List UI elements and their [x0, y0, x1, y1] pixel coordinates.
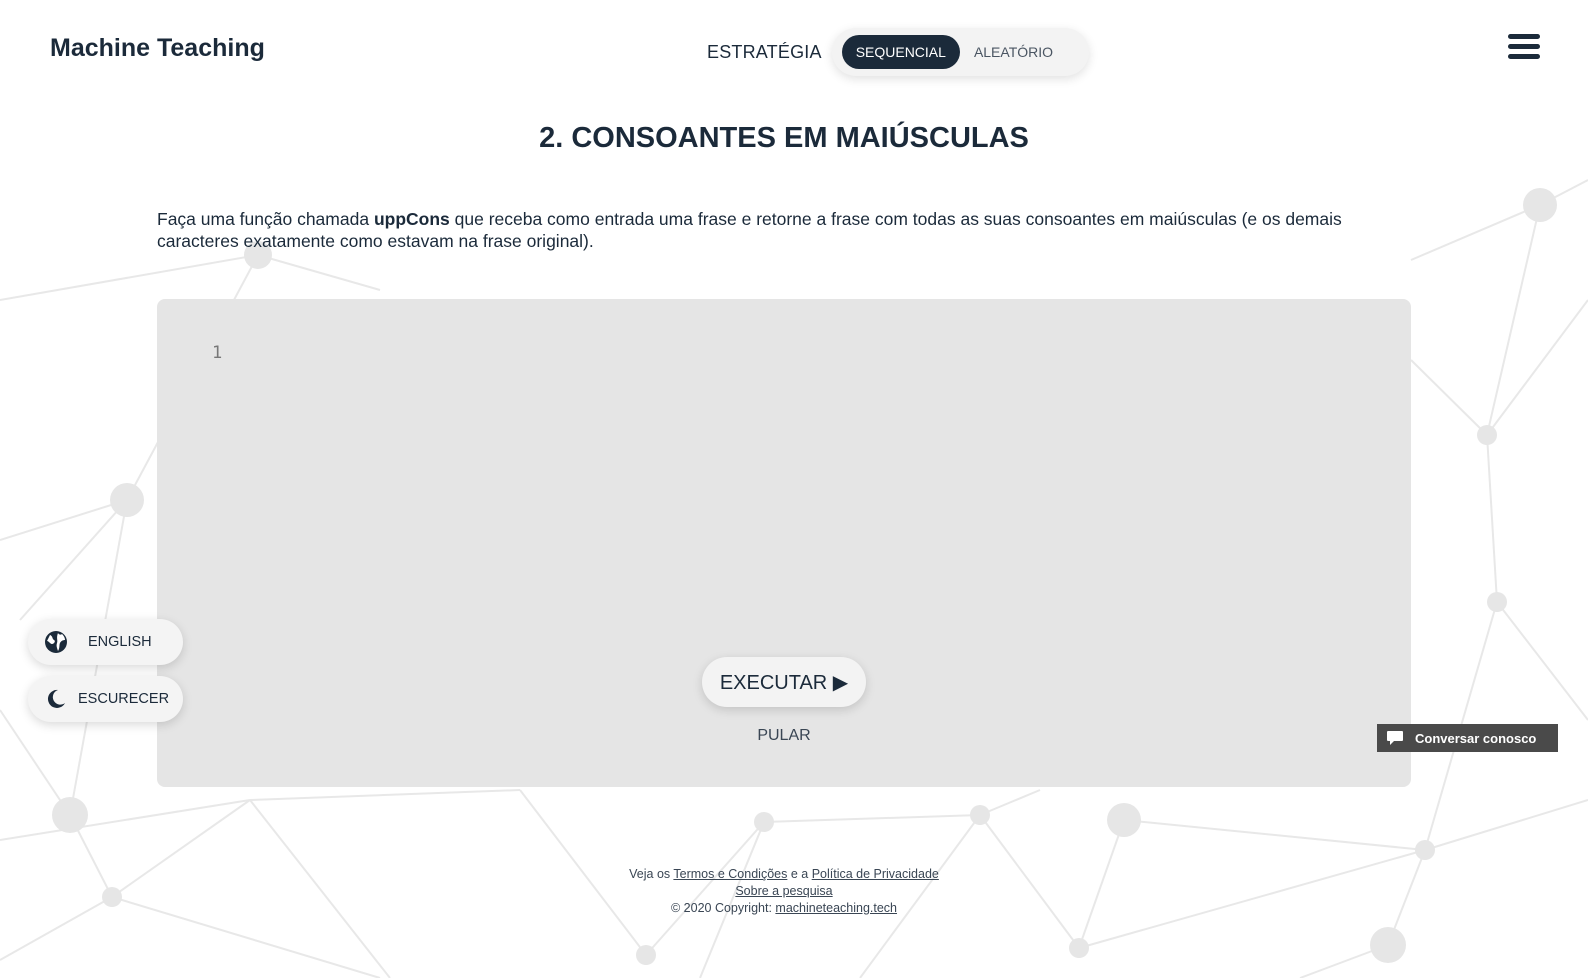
footer-research-line: Sobre a pesquisa — [0, 883, 1568, 900]
dark-mode-label: ESCURECER — [78, 691, 170, 707]
strategy-selector: ESTRATÉGIA SEQUENCIAL ALEATÓRIO — [707, 28, 1090, 76]
terms-link[interactable]: Termos e Condições — [673, 867, 787, 881]
hamburger-menu-icon[interactable] — [1508, 34, 1540, 66]
chat-bubble-icon — [1386, 730, 1404, 746]
footer-copyright-line: © 2020 Copyright: machineteaching.tech — [0, 900, 1568, 917]
footer-text: Veja os — [629, 867, 674, 881]
site-link[interactable]: machineteaching.tech — [775, 901, 897, 915]
research-link[interactable]: Sobre a pesquisa — [735, 884, 832, 898]
line-number: 1 — [212, 343, 223, 363]
footer: Veja os Termos e Condições e a Política … — [0, 866, 1568, 917]
globe-icon — [43, 629, 69, 655]
strategy-option-sequencial[interactable]: SEQUENCIAL — [841, 35, 960, 69]
header: Machine Teaching ESTRATÉGIA SEQUENCIAL A… — [0, 0, 1588, 100]
strategy-toggle: SEQUENCIAL ALEATÓRIO — [831, 28, 1090, 76]
footer-terms-line: Veja os Termos e Condições e a Política … — [0, 866, 1568, 883]
strategy-label: ESTRATÉGIA — [707, 41, 822, 62]
code-editor[interactable]: 1 EXECUTAR ▶ PULAR — [157, 299, 1411, 787]
footer-text: e a — [787, 867, 812, 881]
exercise-description: Faça uma função chamada uppCons que rece… — [157, 208, 1377, 252]
skip-button[interactable]: PULAR — [157, 727, 1411, 745]
moon-icon — [43, 686, 69, 712]
exercise-title: 2. CONSOANTES EM MAIÚSCULAS — [539, 122, 1029, 154]
privacy-link[interactable]: Política de Privacidade — [812, 867, 939, 881]
chat-widget[interactable]: Conversar conosco — [1377, 724, 1558, 752]
function-name: uppCons — [373, 209, 450, 229]
strategy-option-aleatorio[interactable]: ALEATÓRIO — [960, 35, 1067, 69]
dark-mode-button[interactable]: ESCURECER — [28, 676, 183, 722]
chat-label: Conversar conosco — [1415, 730, 1537, 746]
language-label: ENGLISH — [88, 634, 152, 650]
language-button[interactable]: ENGLISH — [28, 619, 183, 665]
description-text: Faça uma função chamada — [157, 209, 374, 229]
copyright-text: © 2020 Copyright: — [670, 901, 776, 915]
run-button[interactable]: EXECUTAR ▶ — [702, 657, 866, 707]
brand-title[interactable]: Machine Teaching — [50, 34, 265, 63]
